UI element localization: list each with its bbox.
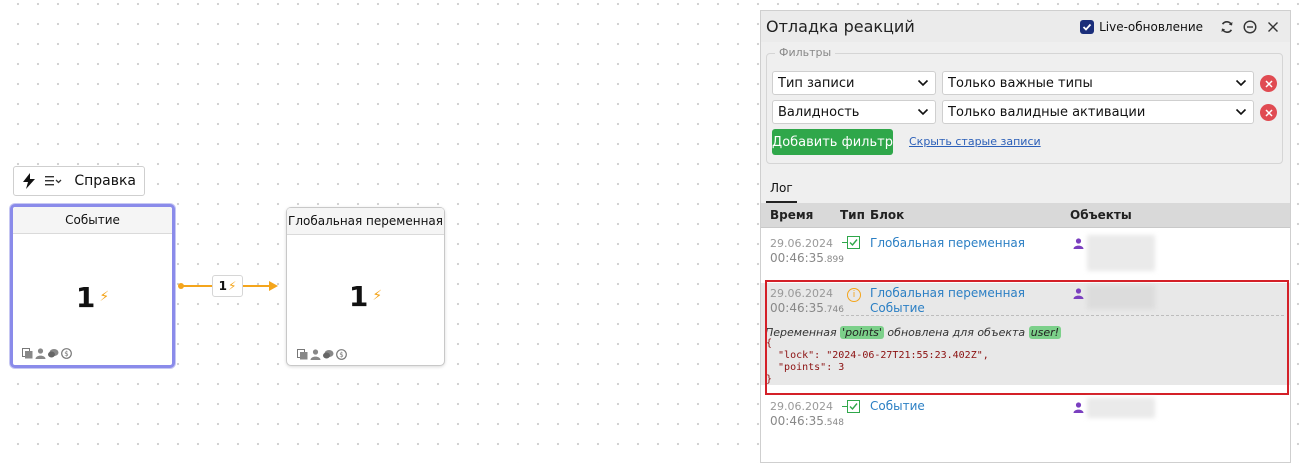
filter-value-select-1[interactable]: Только важные типы (942, 71, 1254, 95)
refresh-icon (1221, 20, 1233, 33)
edge-counter[interactable]: 1 ⚡ (212, 275, 243, 297)
lightning-icon: ⚡ (99, 289, 110, 305)
header-objects: Объекты (1070, 208, 1132, 222)
row-time: 00:46:35.548 (770, 414, 844, 428)
row-date: 29.06.2024 (770, 400, 833, 413)
filter-field-select-2[interactable]: Валидность (772, 100, 936, 124)
svg-text:$: $ (339, 351, 343, 359)
log-table: Время Тип Блок Объекты 29.06.2024 00:46:… (761, 203, 1290, 462)
add-filter-button[interactable]: Добавить фильтр (772, 129, 893, 155)
coin-icon[interactable]: $ (336, 349, 347, 360)
node-value-number: 1 (75, 281, 96, 314)
close-icon (1268, 21, 1278, 32)
copy-icon[interactable] (297, 349, 308, 360)
copy-icon[interactable] (22, 348, 33, 359)
header-type: Тип (840, 208, 865, 222)
canvas-toolbar: Справка (13, 166, 145, 196)
lightning-icon: ⚡ (372, 288, 383, 304)
edge-line (243, 285, 270, 287)
filters-fieldset: Фильтры Тип записи Только важные типы Ва… (766, 46, 1283, 164)
panel-title: Отладка реакций (766, 17, 915, 36)
node-icons: $ (22, 348, 72, 359)
node-value: 1 ⚡ (287, 280, 444, 313)
live-update-checkbox[interactable] (1080, 19, 1095, 34)
node-global-variable[interactable]: Глобальная переменная 1 ⚡ $ (286, 207, 445, 366)
filter-field-select-1[interactable]: Тип записи (772, 71, 936, 95)
chat-icon[interactable] (323, 349, 334, 360)
node-title: Глобальная переменная (287, 208, 444, 235)
node-value: 1 ⚡ (13, 281, 172, 314)
row-date: 29.06.2024 (770, 237, 833, 250)
live-update-toggle[interactable]: Live-обновление (1080, 19, 1203, 34)
list-menu-icon (44, 176, 62, 186)
panel-header: Отладка реакций Live-обновление (761, 11, 1290, 42)
chevron-down-icon (1235, 79, 1247, 87)
table-row[interactable]: 29.06.2024 00:46:35.548 Событие (761, 396, 1290, 440)
live-update-label: Live-обновление (1099, 19, 1203, 34)
row-time: 00:46:35.899 (770, 251, 844, 265)
filter-value-select-2[interactable]: Только валидные активации (942, 100, 1254, 124)
node-title: Событие (13, 207, 172, 234)
log-table-header: Время Тип Блок Объекты (761, 203, 1290, 228)
edge-counter-value: 1 (218, 279, 227, 293)
block-link[interactable]: Глобальная переменная (870, 236, 1025, 251)
header-time: Время (770, 208, 814, 222)
help-button[interactable]: Справка (64, 167, 144, 195)
user-icon[interactable] (35, 348, 46, 359)
log-tabs: Лог (766, 179, 797, 203)
svg-text:$: $ (64, 350, 68, 358)
select-value: Тип записи (778, 75, 855, 91)
chat-icon[interactable] (48, 348, 59, 359)
user-icon (1073, 238, 1084, 249)
select-value: Только валидные активации (948, 104, 1146, 120)
minimize-circle-icon (1243, 19, 1257, 34)
node-event[interactable]: Событие 1 ⚡ $ (10, 204, 175, 368)
coin-icon[interactable]: $ (61, 348, 72, 359)
select-value: Валидность (778, 104, 860, 120)
filters-legend: Фильтры (775, 46, 836, 59)
user-icon[interactable] (310, 349, 321, 360)
node-value-number: 1 (348, 280, 369, 313)
user-icon (1073, 402, 1084, 413)
menu-dropdown-button[interactable] (43, 167, 64, 195)
minimize-button[interactable] (1241, 18, 1259, 36)
valid-check-icon (842, 236, 860, 249)
table-row[interactable]: 29.06.2024 00:46:35.899 Глобальная перем… (761, 228, 1290, 272)
chevron-down-icon (917, 79, 929, 87)
header-block: Блок (870, 208, 905, 222)
tab-log[interactable]: Лог (766, 179, 797, 203)
refresh-button[interactable] (1218, 18, 1236, 36)
select-value: Только важные типы (948, 75, 1093, 91)
highlight-frame (765, 280, 1289, 395)
close-icon (1264, 108, 1273, 117)
remove-filter-button-1[interactable] (1260, 75, 1277, 92)
edge-arrow (269, 281, 278, 291)
lightning-icon (22, 173, 35, 189)
block-link[interactable]: Событие (870, 399, 925, 414)
valid-check-icon (842, 400, 860, 413)
reaction-debug-panel: Отладка реакций Live-обновление Фильтры … (760, 10, 1291, 463)
reaction-bolt-button[interactable] (14, 167, 43, 195)
chevron-down-icon (1235, 108, 1247, 116)
close-button[interactable] (1264, 18, 1282, 36)
redacted-object (1087, 235, 1155, 271)
remove-filter-button-2[interactable] (1260, 104, 1277, 121)
checkmark-icon (1082, 23, 1092, 31)
node-icons: $ (297, 349, 347, 360)
edge-line (181, 285, 212, 287)
hide-old-records-link[interactable]: Скрыть старые записи (909, 135, 1041, 148)
lightning-icon: ⚡ (227, 279, 237, 293)
close-icon (1264, 79, 1273, 88)
chevron-down-icon (917, 108, 929, 116)
redacted-object (1087, 398, 1155, 418)
